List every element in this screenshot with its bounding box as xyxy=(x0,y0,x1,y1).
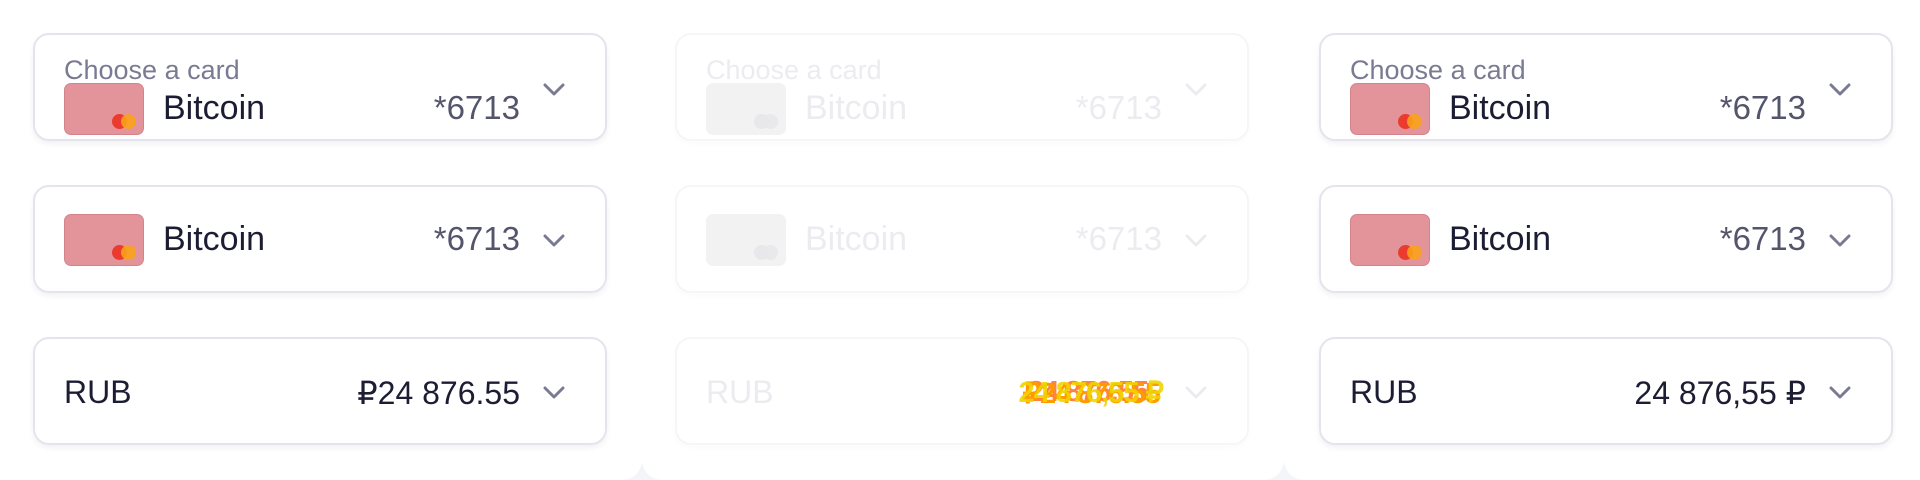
chevron-down-icon[interactable] xyxy=(1829,83,1851,97)
currency-amount-layer: 24 876,55 ₽ xyxy=(1018,377,1164,409)
card-thumbnail xyxy=(1350,83,1430,135)
mastercard-icon-overlap xyxy=(1407,114,1422,129)
card-select-compact[interactable]: Bitcoin *6713 xyxy=(33,185,607,293)
chevron-down-icon[interactable] xyxy=(543,234,565,248)
currency-select[interactable]: RUB 24 876,55 ₽ xyxy=(1319,337,1893,445)
card-name: Bitcoin xyxy=(163,220,266,258)
panel-left: Choose a card Bitcoin *6713 Bitcoin *671… xyxy=(0,0,642,480)
card-name: Bitcoin xyxy=(805,89,908,127)
currency-code: RUB xyxy=(706,374,774,410)
currency-amount: ₽24 876.55 xyxy=(357,375,520,411)
card-name: Bitcoin xyxy=(1449,89,1552,127)
chevron-down-icon xyxy=(1185,83,1207,96)
card-name: Bitcoin xyxy=(1449,220,1552,258)
mastercard-icon-overlap xyxy=(763,114,778,129)
chevron-down-icon xyxy=(1185,386,1207,399)
field-label: Choose a card xyxy=(64,55,240,85)
currency-amount: 24 876,55 ₽ xyxy=(1634,375,1806,411)
chevron-down-icon[interactable] xyxy=(543,83,565,97)
card-number: *6713 xyxy=(1719,220,1806,257)
currency-amount-overlap: 24 876.55 ₽24 876.55 24 876,55 ₽ xyxy=(992,376,1164,412)
card-select: Choose a card Bitcoin *6713 xyxy=(675,33,1249,141)
mastercard-icon-overlap xyxy=(121,114,136,129)
chevron-down-icon[interactable] xyxy=(543,386,565,400)
currency-select: RUB 24 876.55 ₽24 876.55 24 876,55 ₽ xyxy=(675,337,1249,445)
field-label: Choose a card xyxy=(1350,55,1526,85)
card-thumbnail xyxy=(706,83,786,135)
card-thumbnail xyxy=(706,214,786,266)
panel-middle: Choose a card Bitcoin *6713 Bitcoin *671… xyxy=(642,0,1284,480)
card-select-compact[interactable]: Bitcoin *6713 xyxy=(1319,185,1893,293)
currency-select[interactable]: RUB ₽24 876.55 xyxy=(33,337,607,445)
field-label: Choose a card xyxy=(706,55,882,85)
card-number: *6713 xyxy=(1075,89,1162,126)
panel-right: Choose a card Bitcoin *6713 Bitcoin *671… xyxy=(1284,0,1920,480)
chevron-down-icon[interactable] xyxy=(1829,386,1851,400)
chevron-down-icon xyxy=(1185,234,1207,247)
card-select[interactable]: Choose a card Bitcoin *6713 xyxy=(1319,33,1893,141)
card-number: *6713 xyxy=(433,220,520,257)
card-number: *6713 xyxy=(433,89,520,126)
card-thumbnail xyxy=(64,83,144,135)
card-select-compact: Bitcoin *6713 xyxy=(675,185,1249,293)
chevron-down-icon[interactable] xyxy=(1829,234,1851,248)
card-number: *6713 xyxy=(1075,220,1162,257)
currency-code: RUB xyxy=(64,374,132,410)
mastercard-icon-overlap xyxy=(121,245,136,260)
mastercard-icon-overlap xyxy=(1407,245,1422,260)
currency-code: RUB xyxy=(1350,374,1418,410)
mastercard-icon-overlap xyxy=(763,245,778,260)
card-number: *6713 xyxy=(1719,89,1806,126)
card-thumbnail xyxy=(1350,214,1430,266)
card-name: Bitcoin xyxy=(805,220,908,258)
card-thumbnail xyxy=(64,214,144,266)
card-name: Bitcoin xyxy=(163,89,266,127)
card-select[interactable]: Choose a card Bitcoin *6713 xyxy=(33,33,607,141)
